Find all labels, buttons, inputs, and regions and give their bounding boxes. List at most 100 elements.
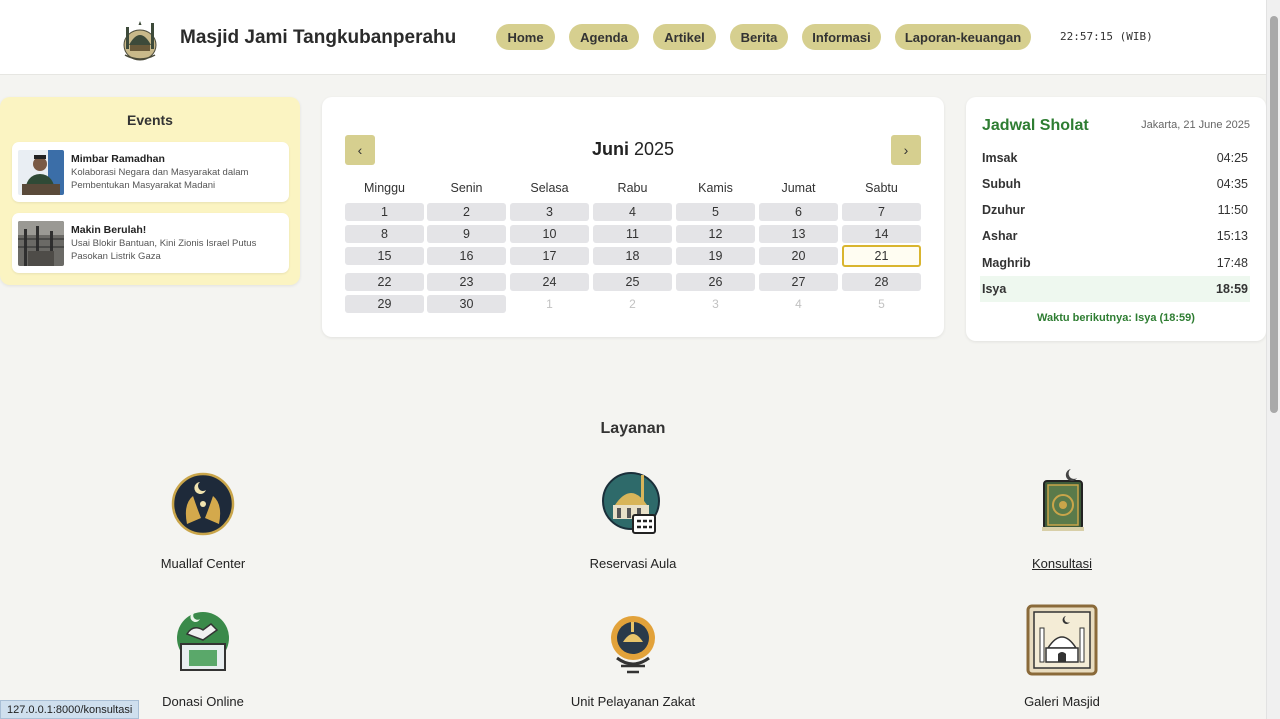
prayer-name: Dzuhur: [982, 203, 1026, 217]
calendar-day[interactable]: 26: [676, 273, 755, 291]
calendar-day[interactable]: 8: [345, 225, 424, 243]
nav-laporan-keuangan[interactable]: Laporan-keuangan: [895, 24, 1031, 50]
calendar-day[interactable]: 9: [427, 225, 506, 243]
nav-home[interactable]: Home: [496, 24, 555, 50]
nav-informasi[interactable]: Informasi: [802, 24, 881, 50]
prayer-name: Subuh: [982, 177, 1021, 191]
event-desc: Kolaborasi Negara dan Masyarakat dalam P…: [71, 167, 249, 191]
calendar-day[interactable]: 1: [345, 203, 424, 221]
galeri-masjid-icon[interactable]: [1026, 604, 1098, 676]
calendar-weekday: Senin: [450, 181, 483, 195]
event-desc: Usai Blokir Bantuan, Kini Zionis Israel …: [71, 238, 257, 262]
calendar-day-today[interactable]: 21: [842, 245, 921, 267]
calendar-day-next-month: 2: [629, 297, 636, 311]
calendar-panel: ‹ › Juni 2025 Minggu Senin Selasa Rabu Kamis…: [322, 97, 944, 337]
calendar-year: 2025: [633, 139, 675, 159]
event-thumbnail-power-grid-icon: [18, 221, 64, 266]
browser-status-url: 127.0.0.1:8000/konsultasi: [0, 700, 140, 719]
prayer-row-ashar: Ashar 15:13: [980, 223, 1250, 249]
prayer-time: 17:48: [1216, 256, 1248, 270]
reservasi-aula-icon[interactable]: [597, 465, 669, 537]
calendar-day[interactable]: 29: [345, 295, 424, 313]
service-label[interactable]: Unit Pelayanan Zakat: [503, 694, 763, 709]
calendar-day[interactable]: 12: [676, 225, 755, 243]
calendar-weekday: Rabu: [617, 181, 648, 195]
calendar-day[interactable]: 4: [593, 203, 672, 221]
prayer-name: Ashar: [982, 229, 1018, 243]
calendar-day[interactable]: 28: [842, 273, 921, 291]
calendar-day[interactable]: 25: [593, 273, 672, 291]
calendar-day-next-month: 5: [878, 297, 885, 311]
calendar-month: Juni: [591, 139, 629, 159]
donasi-online-icon[interactable]: [167, 604, 239, 676]
event-thumbnail-speaker-icon: [18, 150, 64, 195]
clock: 22:57:15 (WIB): [1060, 30, 1153, 43]
calendar-weekday: Minggu: [364, 181, 405, 195]
calendar-day[interactable]: 18: [593, 247, 672, 265]
site-title[interactable]: Masjid Jami Tangkubanperahu: [180, 27, 456, 49]
prayer-row-isya: Isya 18:59: [980, 276, 1250, 302]
prayer-date: Jakarta, 21 June 2025: [1141, 119, 1250, 131]
calendar-day[interactable]: 16: [427, 247, 506, 265]
event-title: Makin Berulah!: [71, 224, 147, 236]
prayer-row-subuh: Subuh 04:35: [980, 171, 1250, 197]
event-card[interactable]: Makin Berulah! Usai Blokir Bantuan, Kini…: [12, 213, 289, 273]
calendar-day[interactable]: 17: [510, 247, 589, 265]
prayer-time: 04:25: [1216, 151, 1248, 165]
calendar-day[interactable]: 3: [510, 203, 589, 221]
site-header: Masjid Jami Tangkubanperahu Home Agenda …: [0, 0, 1266, 75]
calendar-day-next-month: 3: [712, 297, 719, 311]
nav-agenda[interactable]: Agenda: [569, 24, 639, 50]
prayer-time: 15:13: [1216, 229, 1248, 243]
nav-artikel[interactable]: Artikel: [653, 24, 716, 50]
calendar-weekday: Jumat: [781, 181, 816, 195]
prayer-next: Waktu berikutnya: Isya (18:59): [1037, 312, 1195, 324]
event-title: Mimbar Ramadhan: [71, 153, 165, 165]
prayer-name: Isya: [982, 282, 1007, 296]
events-title: Events: [127, 112, 173, 128]
service-label[interactable]: Konsultasi: [932, 556, 1192, 571]
calendar-weekday: Kamis: [698, 181, 733, 195]
events-panel: Events Mimbar Ramadhan Kolaborasi Negara…: [0, 97, 300, 285]
calendar-day[interactable]: 6: [759, 203, 838, 221]
nav-berita[interactable]: Berita: [730, 24, 788, 50]
calendar-weekday: Sabtu: [865, 181, 898, 195]
calendar-day[interactable]: 10: [510, 225, 589, 243]
calendar-day[interactable]: 5: [676, 203, 755, 221]
calendar-day[interactable]: 20: [759, 247, 838, 265]
prayer-row-imsak: Imsak 04:25: [980, 145, 1250, 171]
event-card[interactable]: Mimbar Ramadhan Kolaborasi Negara dan Ma…: [12, 142, 289, 202]
calendar-day[interactable]: 24: [510, 273, 589, 291]
calendar-day[interactable]: 23: [427, 273, 506, 291]
konsultasi-quran-icon[interactable]: [1026, 465, 1098, 537]
service-label[interactable]: Muallaf Center: [73, 556, 333, 571]
calendar-day[interactable]: 22: [345, 273, 424, 291]
scrollbar-thumb[interactable]: [1270, 16, 1278, 413]
calendar-day[interactable]: 7: [842, 203, 921, 221]
calendar-day[interactable]: 2: [427, 203, 506, 221]
calendar-day[interactable]: 15: [345, 247, 424, 265]
prayer-row-dzuhur: Dzuhur 11:50: [980, 197, 1250, 223]
prayer-panel: Jadwal Sholat Jakarta, 21 June 2025 Imsa…: [966, 97, 1266, 341]
mosque-logo-icon[interactable]: [121, 15, 159, 63]
calendar-day[interactable]: 14: [842, 225, 921, 243]
prayer-time: 04:35: [1216, 177, 1248, 191]
layanan-title: Layanan: [600, 420, 666, 437]
service-label[interactable]: Reservasi Aula: [503, 556, 763, 571]
service-label[interactable]: Galeri Masjid: [932, 694, 1192, 709]
prayer-name: Imsak: [982, 151, 1018, 165]
calendar-day[interactable]: 27: [759, 273, 838, 291]
calendar-title: Juni 2025: [322, 139, 944, 160]
calendar-weekday: Selasa: [530, 181, 569, 195]
calendar-day-next-month: 4: [795, 297, 802, 311]
prayer-row-maghrib: Maghrib 17:48: [980, 250, 1250, 276]
prayer-time: 11:50: [1217, 203, 1248, 217]
calendar-day[interactable]: 19: [676, 247, 755, 265]
calendar-day[interactable]: 13: [759, 225, 838, 243]
calendar-day[interactable]: 30: [427, 295, 506, 313]
calendar-day[interactable]: 11: [593, 225, 672, 243]
page-scrollbar[interactable]: [1266, 0, 1280, 719]
prayer-title: Jadwal Sholat: [982, 117, 1089, 134]
zakat-icon[interactable]: [597, 608, 669, 680]
muallaf-center-icon[interactable]: [167, 468, 239, 540]
